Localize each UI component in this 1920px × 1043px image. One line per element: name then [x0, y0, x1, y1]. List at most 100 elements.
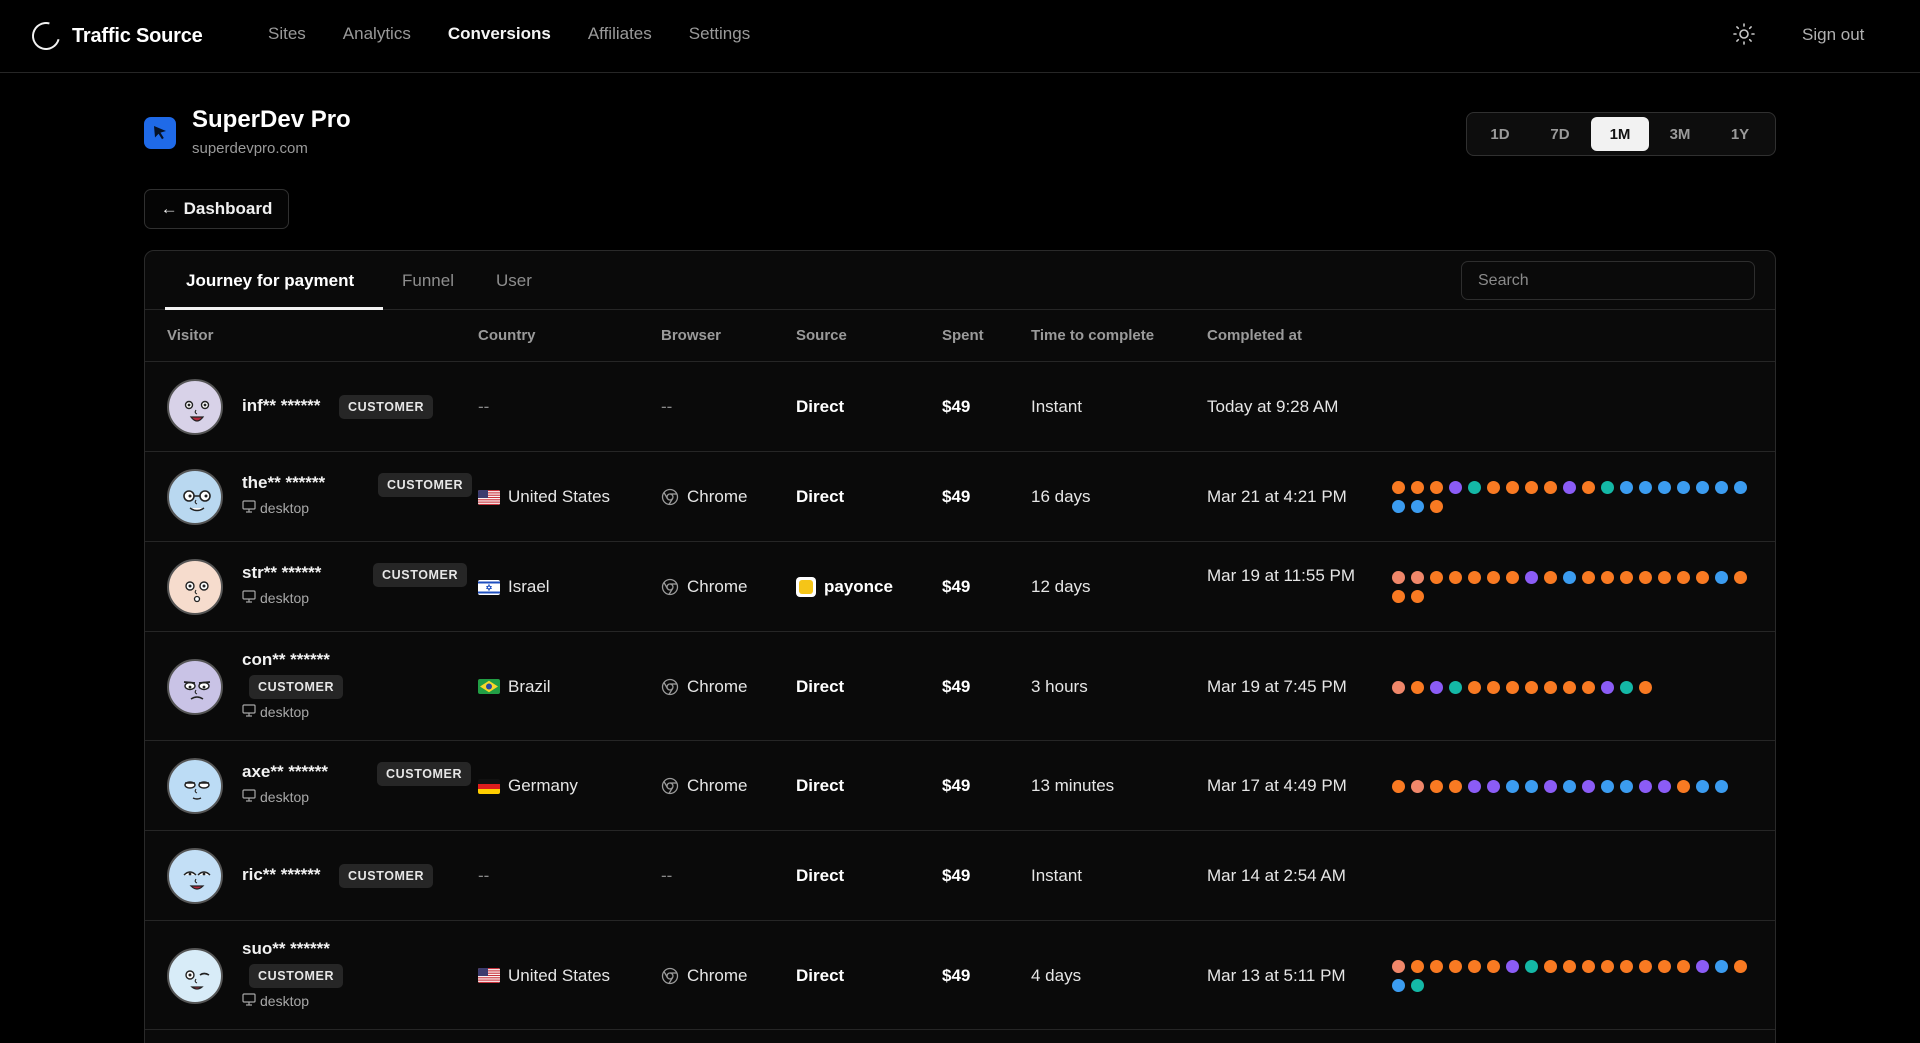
journey-step-dot[interactable]: [1411, 680, 1424, 694]
journey-step-dot[interactable]: [1620, 481, 1633, 494]
journey-step-dot[interactable]: [1563, 571, 1576, 584]
journey-step-dot[interactable]: [1601, 571, 1614, 584]
journey-step-dot[interactable]: [1506, 959, 1519, 973]
journey-step-dot[interactable]: [1411, 959, 1424, 973]
journey-step-dot[interactable]: [1601, 780, 1614, 793]
journey-step-dot[interactable]: [1525, 959, 1538, 973]
journey-step-dot[interactable]: [1658, 481, 1671, 494]
journey-step-dot[interactable]: [1582, 481, 1595, 494]
journey-step-dot[interactable]: [1525, 481, 1538, 494]
journey-step-dot[interactable]: [1392, 978, 1405, 992]
journey-step-dot[interactable]: [1506, 680, 1519, 694]
journey-step-dot[interactable]: [1601, 481, 1614, 494]
journey-step-dot[interactable]: [1430, 959, 1443, 973]
journey-step-dot[interactable]: [1449, 780, 1462, 793]
journey-step-dot[interactable]: [1677, 780, 1690, 793]
journey-step-dot[interactable]: [1525, 780, 1538, 793]
journey-step-dot[interactable]: [1506, 571, 1519, 584]
journey-step-dot[interactable]: [1658, 780, 1671, 793]
journey-step-dot[interactable]: [1544, 780, 1557, 793]
journey-step-dot[interactable]: [1392, 780, 1405, 793]
journey-step-dot[interactable]: [1582, 680, 1595, 694]
journey-step-dot[interactable]: [1411, 978, 1424, 992]
journey-step-dot[interactable]: [1392, 680, 1405, 694]
nav-settings[interactable]: Settings: [689, 24, 750, 44]
journey-step-dot[interactable]: [1525, 680, 1538, 694]
journey-step-dot[interactable]: [1563, 780, 1576, 793]
journey-step-dot[interactable]: [1411, 780, 1424, 793]
sun-icon[interactable]: [1732, 22, 1756, 46]
column-country[interactable]: Country: [478, 327, 536, 344]
journey-step-dot[interactable]: [1677, 481, 1690, 494]
journey-step-dot[interactable]: [1639, 780, 1652, 793]
journey-step-dot[interactable]: [1468, 571, 1481, 584]
journey-step-dot[interactable]: [1734, 959, 1747, 973]
journey-step-dot[interactable]: [1658, 571, 1671, 584]
journey-step-dot[interactable]: [1468, 780, 1481, 793]
journey-step-dot[interactable]: [1449, 481, 1462, 494]
nav-conversions[interactable]: Conversions: [448, 24, 551, 44]
journey-step-dot[interactable]: [1487, 780, 1500, 793]
range-7d[interactable]: 7D: [1531, 117, 1589, 151]
journey-step-dot[interactable]: [1582, 959, 1595, 973]
journey-step-dot[interactable]: [1392, 959, 1405, 973]
journey-step-dot[interactable]: [1544, 481, 1557, 494]
journey-step-dot[interactable]: [1696, 959, 1709, 973]
nav-analytics[interactable]: Analytics: [343, 24, 411, 44]
journey-step-dot[interactable]: [1506, 780, 1519, 793]
journey-step-dot[interactable]: [1430, 680, 1443, 694]
journey-step-dot[interactable]: [1620, 680, 1633, 694]
search-input[interactable]: [1461, 261, 1755, 300]
journey-step-dot[interactable]: [1430, 571, 1443, 584]
journey-step-dot[interactable]: [1677, 959, 1690, 973]
journey-step-dot[interactable]: [1487, 680, 1500, 694]
journey-step-dot[interactable]: [1430, 481, 1443, 494]
nav-affiliates[interactable]: Affiliates: [588, 24, 652, 44]
journey-step-dot[interactable]: [1715, 571, 1728, 584]
column-spent[interactable]: Spent: [942, 327, 984, 344]
journey-step-dot[interactable]: [1563, 959, 1576, 973]
journey-step-dot[interactable]: [1449, 680, 1462, 694]
journey-step-dot[interactable]: [1544, 571, 1557, 584]
journey-step-dot[interactable]: [1525, 571, 1538, 584]
journey-step-dot[interactable]: [1677, 571, 1690, 584]
journey-step-dot[interactable]: [1696, 571, 1709, 584]
journey-step-dot[interactable]: [1582, 571, 1595, 584]
column-completed-at[interactable]: Completed at: [1207, 327, 1302, 344]
journey-step-dot[interactable]: [1449, 959, 1462, 973]
journey-step-dot[interactable]: [1411, 481, 1424, 494]
journey-step-dot[interactable]: [1639, 481, 1652, 494]
tab-journey-for-payment[interactable]: Journey for payment: [186, 271, 354, 291]
table-row[interactable]: ric** ****** CUSTOMER -- -- Direct $49 Instant…: [145, 831, 1775, 921]
journey-step-dot[interactable]: [1601, 680, 1614, 694]
range-1m[interactable]: 1M: [1591, 117, 1649, 151]
journey-step-dot[interactable]: [1487, 959, 1500, 973]
journey-step-dot[interactable]: [1563, 481, 1576, 494]
journey-step-dot[interactable]: [1734, 481, 1747, 494]
journey-step-dot[interactable]: [1620, 959, 1633, 973]
journey-step-dot[interactable]: [1696, 481, 1709, 494]
journey-step-dot[interactable]: [1449, 571, 1462, 584]
tab-user[interactable]: User: [496, 271, 532, 291]
back-to-dashboard-button[interactable]: ← Dashboard: [144, 189, 289, 229]
journey-step-dot[interactable]: [1392, 571, 1405, 584]
sign-out-link[interactable]: Sign out: [1802, 25, 1864, 45]
journey-step-dot[interactable]: [1430, 500, 1443, 513]
brand[interactable]: Traffic Source: [26, 16, 203, 56]
column-visitor[interactable]: Visitor: [167, 327, 213, 344]
journey-step-dot[interactable]: [1468, 959, 1481, 973]
journey-step-dot[interactable]: [1411, 500, 1424, 513]
column-time-to-complete[interactable]: Time to complete: [1031, 327, 1154, 344]
journey-step-dot[interactable]: [1487, 571, 1500, 584]
journey-step-dot[interactable]: [1639, 680, 1652, 694]
journey-step-dot[interactable]: [1639, 959, 1652, 973]
journey-step-dot[interactable]: [1563, 680, 1576, 694]
table-row[interactable]: inf** ****** CUSTOMER -- -- Direct $49 Instant…: [145, 362, 1775, 452]
journey-step-dot[interactable]: [1715, 481, 1728, 494]
journey-step-dot[interactable]: [1696, 780, 1709, 793]
journey-step-dot[interactable]: [1411, 590, 1424, 603]
journey-step-dot[interactable]: [1658, 959, 1671, 973]
journey-step-dot[interactable]: [1639, 571, 1652, 584]
journey-step-dot[interactable]: [1392, 590, 1405, 603]
table-row[interactable]: con** ****** CUSTOMER desktop Brazil Chrome D…: [145, 632, 1775, 741]
